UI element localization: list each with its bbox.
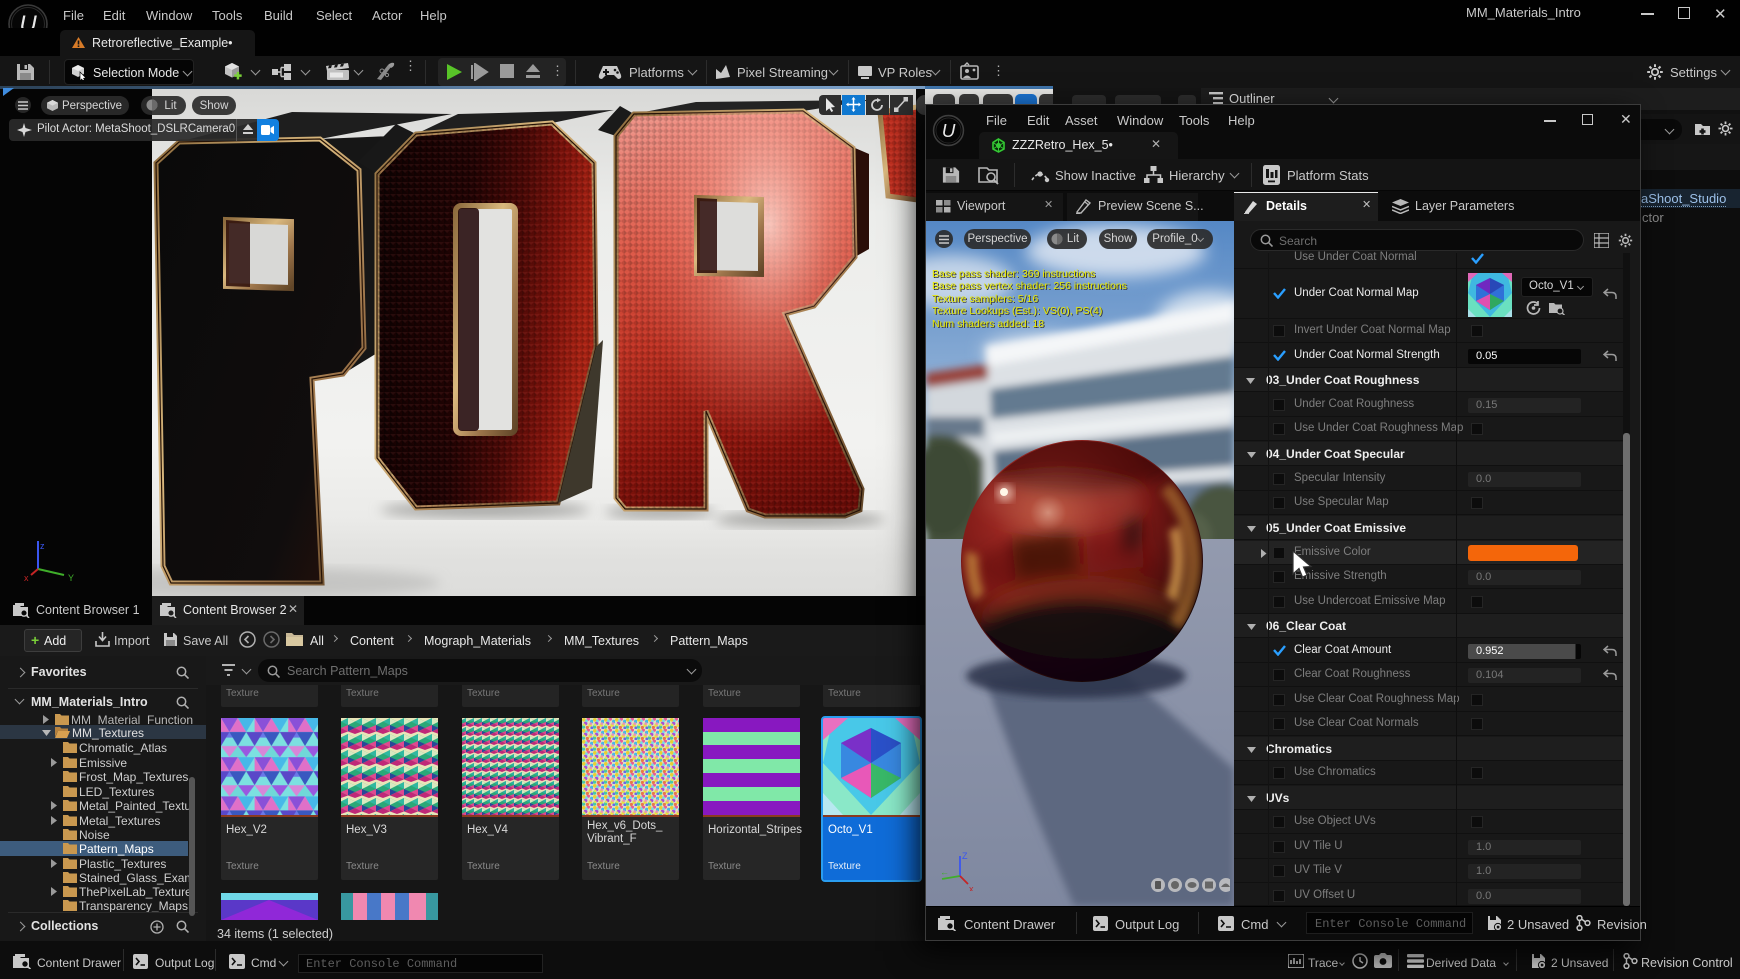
svg-text:←: ←: [940, 867, 949, 877]
svg-text:z: z: [40, 541, 45, 551]
svg-text:Y: Y: [68, 573, 74, 583]
svg-text:Z: Z: [962, 851, 968, 861]
svg-text:U: U: [942, 120, 956, 141]
svg-text:x: x: [24, 573, 29, 583]
svg-text:x: x: [969, 884, 974, 891]
